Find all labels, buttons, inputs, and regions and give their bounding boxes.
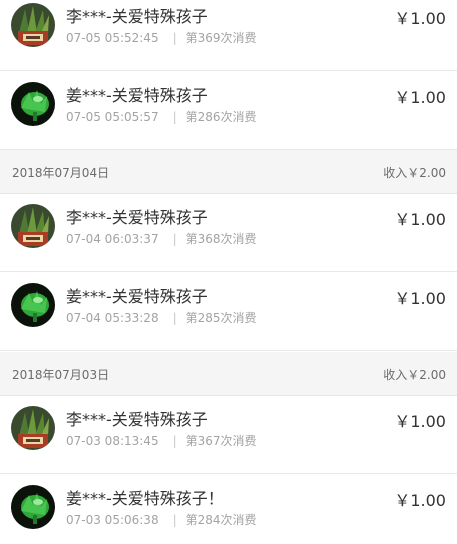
donation-purpose: -关爱特殊孩子 [106,86,208,105]
donor-name: 李*** [66,7,107,26]
group-date: 2018年07月03日 [12,368,110,382]
record-title: 姜***-关爱特殊孩子！ [66,485,224,509]
donation-purpose: -关爱特殊孩子 [106,287,208,306]
record-meta: 07-05 05:05:57 | 第286次消费 [66,108,257,125]
donor-name: 姜*** [66,287,107,306]
record-title: 姜***-关爱特殊孩子 [66,82,208,106]
record-amount: ￥1.00 [394,491,446,510]
record-meta: 07-03 05:06:38 | 第284次消费 [66,511,257,528]
record-title: 李***-关爱特殊孩子 [66,406,208,430]
record-title: 李***-关爱特殊孩子 [66,3,208,27]
record-time: 07-04 06:03:37 [66,232,159,246]
record-amount: ￥1.00 [394,289,446,308]
consumption-count: 第286次消费 [185,110,257,124]
meta-separator: | [172,311,177,325]
group-income: 收入￥2.00 [383,368,446,382]
meta-separator: | [172,110,177,124]
record-time: 07-04 05:33:28 [66,311,159,325]
green-orb-avatar [11,82,55,126]
record-meta: 07-03 08:13:45 | 第367次消费 [66,432,257,449]
record-amount: ￥1.00 [394,210,446,229]
donor-name: 李*** [66,208,107,227]
record-row[interactable]: 李***-关爱特殊孩子 07-03 08:13:45 | 第367次消费 ￥1.00 [0,396,457,474]
record-row[interactable]: 李***-关爱特殊孩子 07-04 06:03:37 | 第368次消费 ￥1.00 [0,194,457,272]
donation-purpose: -关爱特殊孩子 [106,7,208,26]
record-row[interactable]: 李***-关爱特殊孩子 07-05 05:52:45 | 第369次消费 ￥1.00 [0,0,457,71]
record-row[interactable]: 姜***-关爱特殊孩子！ 07-03 05:06:38 | 第284次消费 ￥1.0… [0,475,457,544]
record-time: 07-03 08:13:45 [66,434,159,448]
record-meta: 07-05 05:52:45 | 第369次消费 [66,29,257,46]
plant-pot-avatar [11,3,55,47]
record-time: 07-05 05:05:57 [66,110,159,124]
record-time: 07-05 05:52:45 [66,31,159,45]
donation-purpose: -关爱特殊孩子 [106,208,208,227]
meta-separator: | [172,434,177,448]
consumption-count: 第368次消费 [185,232,257,246]
date-group-header: 2018年07月04日 收入￥2.00 [0,150,457,194]
record-meta: 07-04 05:33:28 | 第285次消费 [66,309,257,326]
consumption-count: 第285次消费 [185,311,257,325]
donation-purpose: -关爱特殊孩子 [106,410,208,429]
group-income: 收入￥2.00 [383,166,446,180]
consumption-count: 第369次消费 [185,31,257,45]
consumption-count: 第367次消费 [185,434,257,448]
date-group-header: 2018年07月03日 收入￥2.00 [0,352,457,396]
meta-separator: | [172,513,177,527]
consumption-count: 第284次消费 [185,513,257,527]
plant-pot-avatar [11,204,55,248]
plant-pot-avatar [11,406,55,450]
meta-separator: | [172,232,177,246]
donation-purpose: -关爱特殊孩子！ [106,489,224,508]
donor-name: 姜*** [66,86,107,105]
group-date: 2018年07月04日 [12,166,110,180]
donation-record-list: 李***-关爱特殊孩子 07-05 05:52:45 | 第369次消费 ￥1.00… [0,0,457,544]
record-time: 07-03 05:06:38 [66,513,159,527]
record-title: 李***-关爱特殊孩子 [66,204,208,228]
record-row[interactable]: 姜***-关爱特殊孩子 07-04 05:33:28 | 第285次消费 ￥1.00 [0,273,457,351]
record-amount: ￥1.00 [394,412,446,431]
donor-name: 姜*** [66,489,107,508]
record-amount: ￥1.00 [394,9,446,28]
green-orb-avatar [11,485,55,529]
record-amount: ￥1.00 [394,88,446,107]
record-row[interactable]: 姜***-关爱特殊孩子 07-05 05:05:57 | 第286次消费 ￥1.00 [0,72,457,150]
meta-separator: | [172,31,177,45]
record-meta: 07-04 06:03:37 | 第368次消费 [66,230,257,247]
donor-name: 李*** [66,410,107,429]
green-orb-avatar [11,283,55,327]
record-title: 姜***-关爱特殊孩子 [66,283,208,307]
